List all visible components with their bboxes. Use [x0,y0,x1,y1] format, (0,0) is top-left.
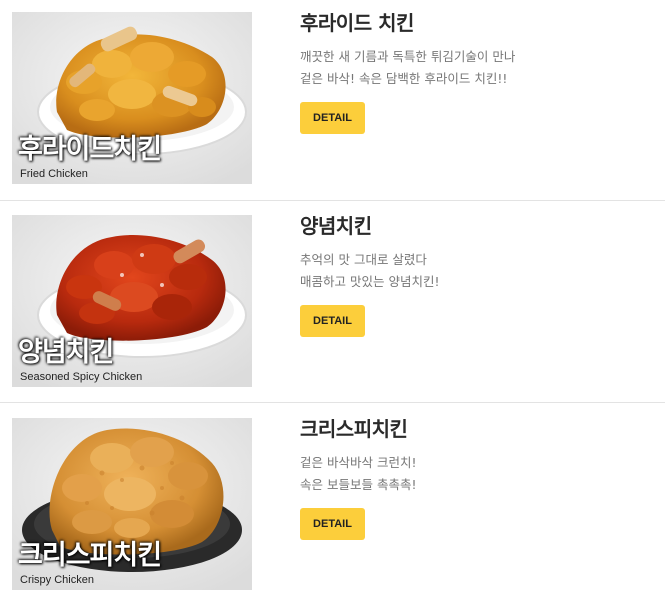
description-line: 겉은 바삭바삭 크런치! [300,455,417,470]
divider [0,200,665,201]
item-description: 겉은 바삭바삭 크런치! 속은 보들보들 촉촉촉! [300,452,630,496]
item-info: 양념치킨 추억의 맛 그대로 살렸다 매콤하고 맛있는 양념치킨! DETAIL [300,211,630,337]
detail-button[interactable]: DETAIL [300,305,365,337]
item-info: 크리스피치킨 겉은 바삭바삭 크런치! 속은 보들보들 촉촉촉! DETAIL [300,414,630,540]
description-line: 겉은 바삭! 속은 담백한 후라이드 치킨!! [300,71,508,86]
description-line: 속은 보들보들 촉촉촉! [300,477,417,492]
description-line: 깨끗한 새 기름과 독특한 튀김기술이 만나 [300,49,516,64]
item-name[interactable]: 후라이드 치킨 [300,8,630,38]
description-line: 추억의 맛 그대로 살렸다 [300,252,427,267]
item-name[interactable]: 크리스피치킨 [300,414,630,444]
crispy-chicken-photo[interactable]: 크리스피치킨 Crispy Chicken [12,418,252,590]
seasoned-chicken-photo[interactable]: 양념치킨 Seasoned Spicy Chicken [12,215,252,387]
description-line: 매콤하고 맛있는 양념치킨! [300,274,440,289]
menu-list: 후라이드치킨 Fried Chicken 후라이드 치킨 깨끗한 새 기름과 독… [0,0,665,596]
photo-title-en: Crispy Chicken [20,574,94,586]
photo-title-ko: 후라이드치킨 [18,134,162,165]
photo-title-en: Fried Chicken [20,168,88,180]
photo-title-ko: 크리스피치킨 [18,540,162,571]
fried-chicken-photo[interactable]: 후라이드치킨 Fried Chicken [12,12,252,184]
divider [0,402,665,403]
item-description: 깨끗한 새 기름과 독특한 튀김기술이 만나 겉은 바삭! 속은 담백한 후라이… [300,46,630,90]
photo-title-ko: 양념치킨 [18,337,114,368]
menu-item-crispy-chicken: 크리스피치킨 Crispy Chicken 크리스피치킨 겉은 바삭바삭 크런치… [0,406,665,609]
item-description: 추억의 맛 그대로 살렸다 매콤하고 맛있는 양념치킨! [300,249,630,293]
menu-item-seasoned-chicken: 양념치킨 Seasoned Spicy Chicken 양념치킨 추억의 맛 그… [0,203,665,406]
detail-button[interactable]: DETAIL [300,508,365,540]
item-info: 후라이드 치킨 깨끗한 새 기름과 독특한 튀김기술이 만나 겉은 바삭! 속은… [300,8,630,134]
photo-title-en: Seasoned Spicy Chicken [20,371,143,383]
menu-item-fried-chicken: 후라이드치킨 Fried Chicken 후라이드 치킨 깨끗한 새 기름과 독… [0,0,665,203]
detail-button[interactable]: DETAIL [300,102,365,134]
item-name[interactable]: 양념치킨 [300,211,630,241]
